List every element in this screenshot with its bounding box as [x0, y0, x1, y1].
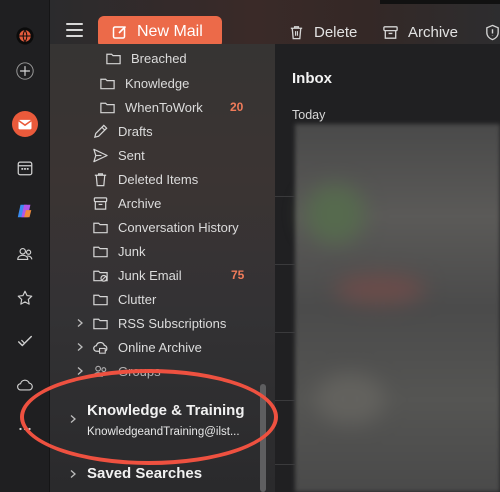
star-icon[interactable] — [9, 282, 41, 314]
folder-knowledge[interactable]: Knowledge — [99, 72, 189, 94]
folder-icon — [93, 318, 108, 329]
folder-whentowork[interactable]: WhenToWork — [99, 96, 203, 118]
folder-sent[interactable]: Sent — [92, 144, 145, 166]
unread-count-badge: 75 — [231, 268, 245, 282]
folder-label: RSS Subscriptions — [118, 315, 227, 331]
blur-spot — [335, 274, 425, 304]
folder-label: Drafts — [118, 123, 153, 139]
calendar-icon[interactable] — [9, 152, 41, 184]
report-button[interactable] — [484, 22, 500, 42]
chevron-right-icon[interactable] — [75, 342, 85, 352]
folder-icon — [106, 53, 121, 64]
redacted-messages — [295, 124, 500, 492]
pencil-icon — [93, 123, 108, 138]
chevron-right-icon[interactable] — [75, 318, 85, 328]
row-divider — [275, 264, 295, 265]
hamburger-icon[interactable] — [66, 23, 83, 37]
todo-icon[interactable] — [9, 325, 41, 357]
folder-label: Breached — [131, 50, 187, 66]
blur-spot — [305, 184, 365, 244]
people-icon[interactable] — [9, 238, 41, 270]
unread-count-badge: 20 — [230, 100, 244, 114]
plus-icon[interactable] — [9, 55, 41, 87]
delete-label: Delete — [314, 23, 358, 41]
archive-icon — [93, 196, 108, 210]
folder-archive[interactable]: Archive — [92, 192, 161, 214]
archive-icon — [383, 25, 398, 39]
row-divider — [275, 332, 295, 333]
folder-icon — [93, 294, 108, 305]
folder-icon — [100, 102, 115, 113]
archive-label: Archive — [408, 23, 459, 41]
cloud-archive-icon — [93, 341, 108, 354]
archive-button[interactable]: Archive — [382, 22, 458, 42]
message-list: Inbox Today — [275, 44, 500, 492]
trash-icon — [290, 25, 303, 39]
folder-deleted-items[interactable]: Deleted Items — [92, 168, 198, 190]
folder-icon — [93, 222, 108, 233]
shield-alert-icon — [486, 24, 499, 40]
copilot-icon[interactable] — [9, 195, 41, 227]
highlight-annotation — [20, 369, 278, 465]
folder-drafts[interactable]: Drafts — [92, 120, 153, 142]
folder-label: Junk Email — [118, 267, 182, 283]
folder-label: Conversation History — [118, 219, 239, 235]
folder-label: Junk — [118, 243, 146, 259]
folder-online-archive[interactable]: Online Archive — [92, 336, 202, 358]
folder-label: Archive — [118, 195, 162, 211]
folder-conversation-history[interactable]: Conversation History — [92, 216, 239, 238]
list-title: Inbox — [292, 70, 332, 87]
folder-junk-email[interactable]: Junk Email — [92, 264, 182, 286]
folder-rss-subscriptions[interactable]: RSS Subscriptions — [92, 312, 226, 334]
folder-label: Deleted Items — [118, 171, 199, 187]
folder-junk[interactable]: Junk — [92, 240, 145, 262]
delete-button[interactable]: Delete — [288, 22, 357, 42]
saved-searches[interactable]: Saved Searches — [87, 465, 202, 482]
folder-label: Online Archive — [118, 339, 202, 355]
row-divider — [275, 464, 295, 465]
new-mail-label: New Mail — [137, 23, 203, 40]
blur-spot — [315, 374, 385, 424]
folder-breached[interactable]: Breached — [105, 47, 187, 69]
row-divider — [275, 400, 295, 401]
row-divider — [275, 196, 295, 197]
folder-label: Knowledge — [125, 75, 190, 91]
globe-icon[interactable] — [9, 20, 41, 52]
folder-label: WhenToWork — [125, 99, 203, 115]
folder-clutter[interactable]: Clutter — [92, 288, 156, 310]
trash-icon — [94, 172, 107, 186]
date-group-header: Today — [292, 108, 326, 122]
send-icon — [93, 148, 108, 162]
folder-label: Sent — [118, 147, 145, 163]
junk-folder-icon — [93, 270, 108, 282]
mail-icon[interactable] — [9, 108, 41, 140]
folder-label: Clutter — [118, 291, 157, 307]
chevron-right-icon[interactable] — [68, 469, 78, 479]
title-strip — [380, 0, 500, 4]
folder-icon — [100, 78, 115, 89]
compose-icon — [112, 25, 127, 39]
folder-icon — [93, 246, 108, 257]
